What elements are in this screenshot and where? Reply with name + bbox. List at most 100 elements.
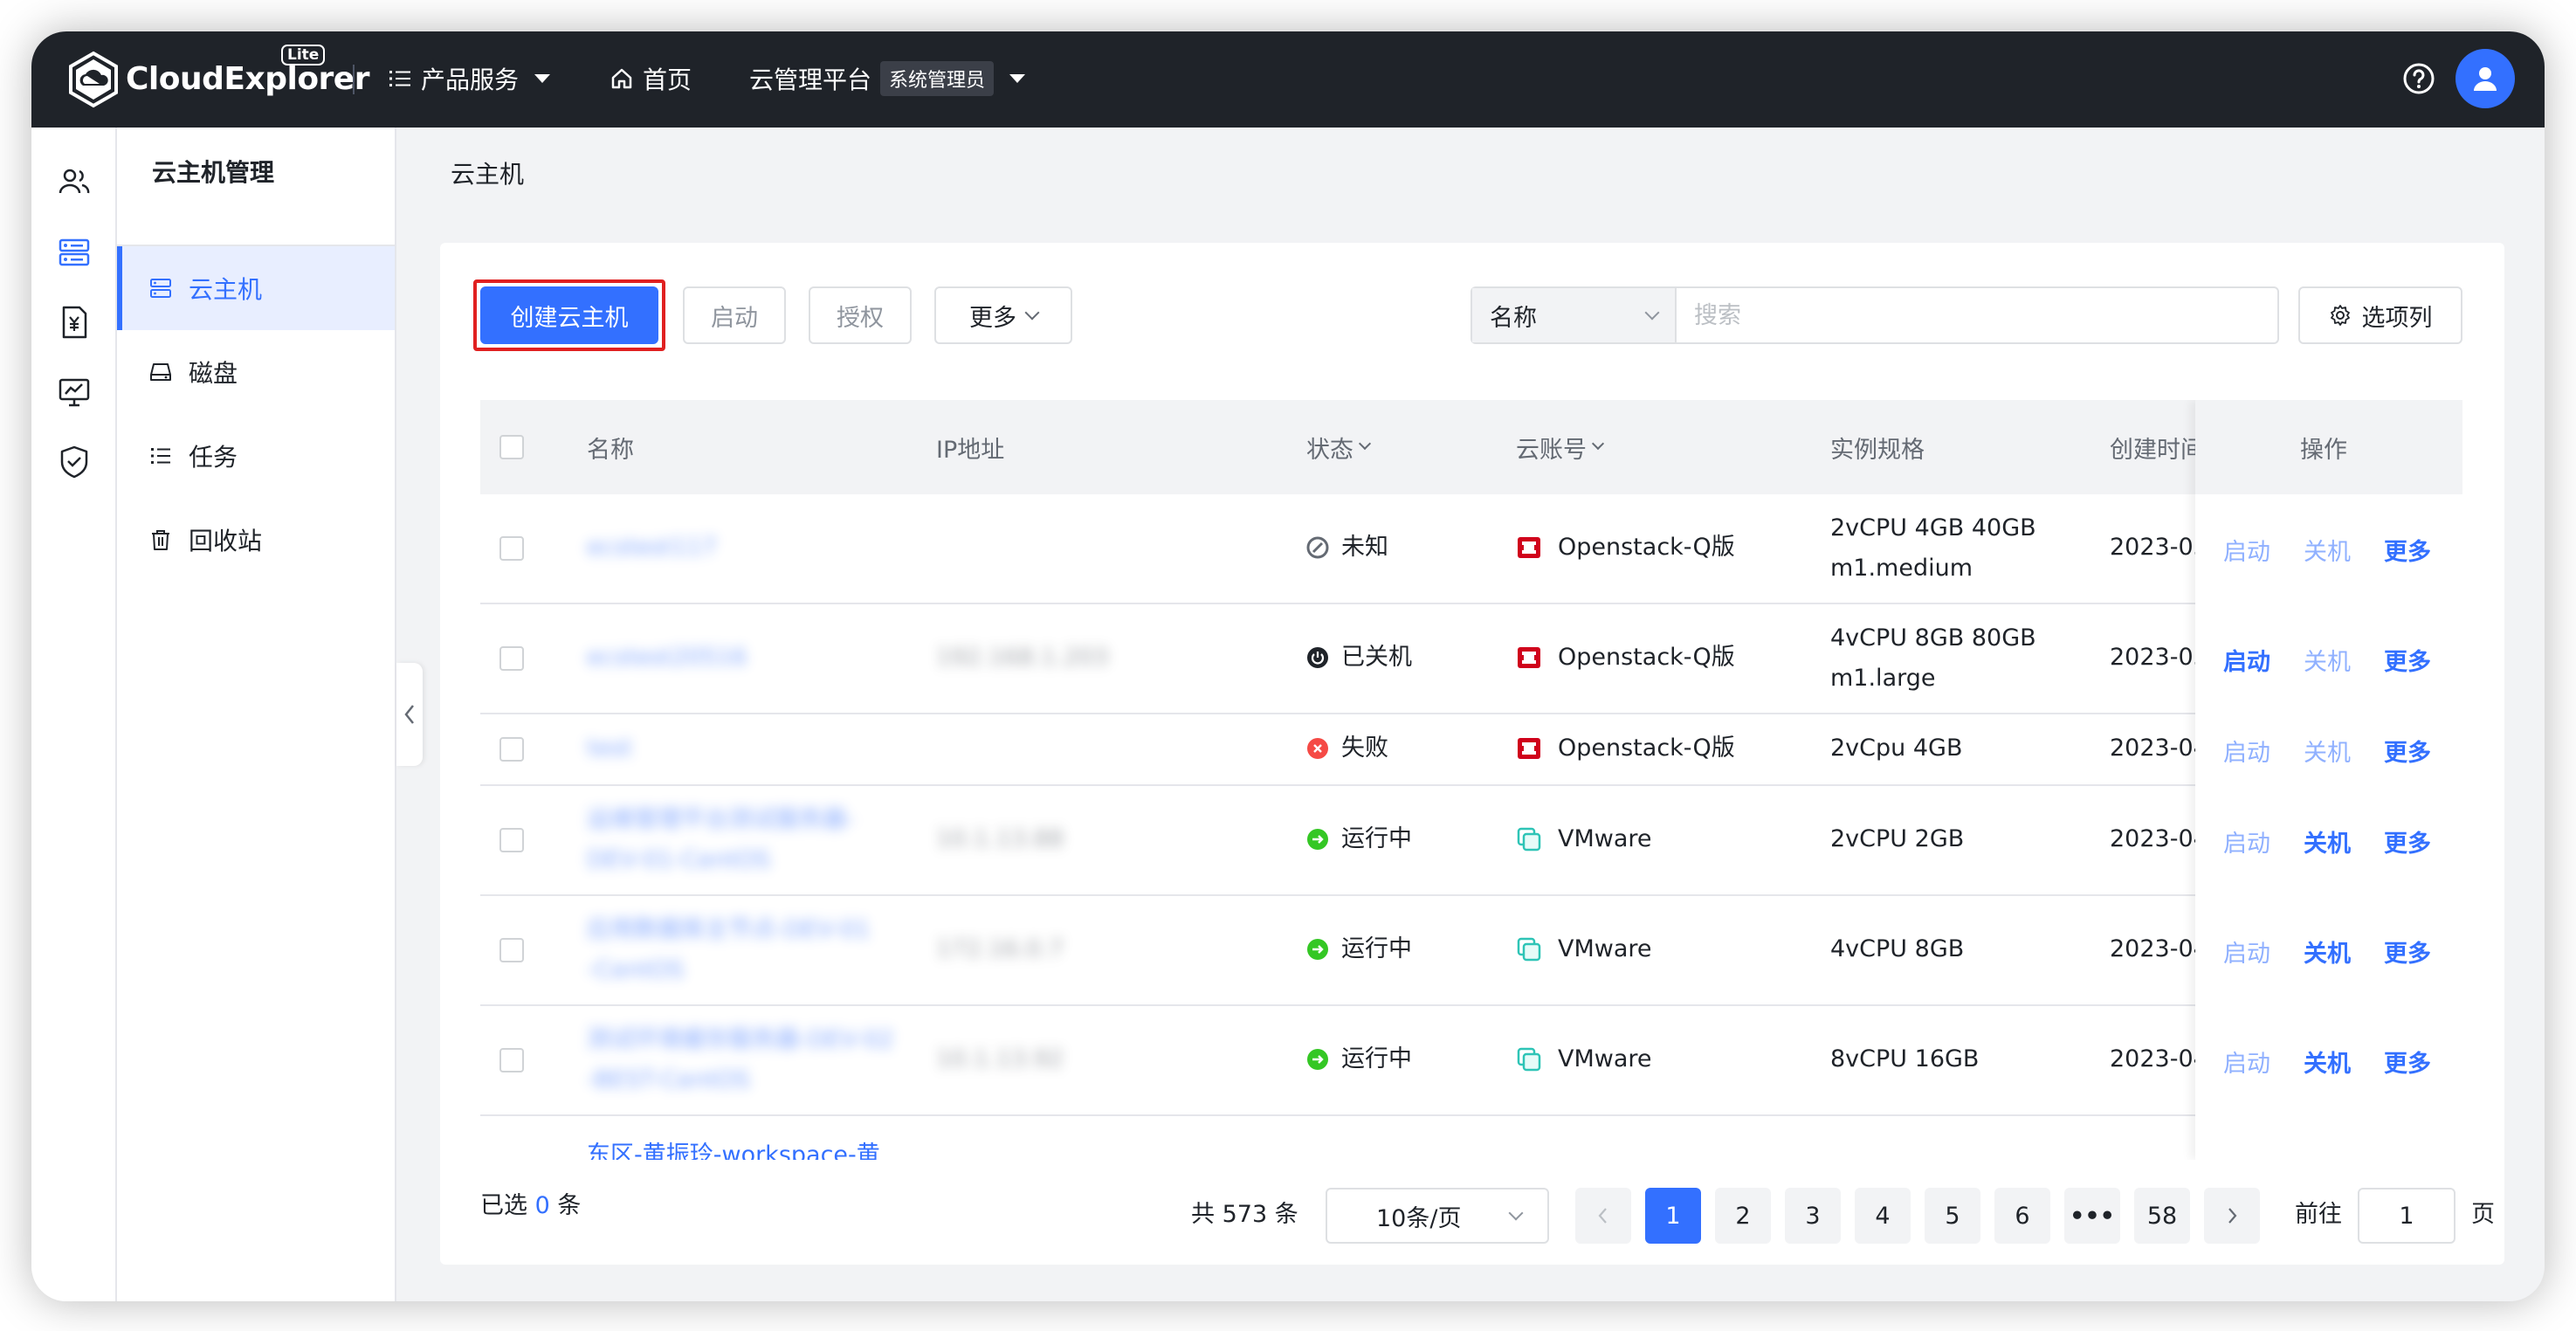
account-name: Openstack-Q版 <box>1558 644 1735 671</box>
column-header-account-label: 云账号 <box>1516 436 1587 464</box>
row-shutdown-button[interactable]: 关机 <box>2304 1045 2351 1079</box>
users-icon[interactable] <box>56 164 93 201</box>
table-row: 应用数据库主节点-DEV-01 -CentOS 172.16.0.7 运行中 V… <box>480 896 2462 1006</box>
platform-switcher[interactable]: 云管理平台 系统管理员 <box>749 59 1026 98</box>
openstack-icon <box>1518 537 1540 558</box>
host-name-link[interactable]: 东区-黄振玲-workspace-黄 <box>587 1135 880 1160</box>
search-field-select[interactable]: 名称 <box>1472 288 1677 342</box>
spec-cell: 2vCPU 4GB 40GB m1.medium <box>1830 508 2036 589</box>
row-checkbox[interactable] <box>499 536 524 561</box>
row-start-button[interactable]: 启动 <box>2223 934 2270 969</box>
more-actions-button[interactable]: 更多 <box>934 286 1072 344</box>
sidebar-item-tasks[interactable]: 任务 <box>117 414 395 498</box>
row-more-button[interactable]: 更多 <box>2384 734 2431 768</box>
help-icon[interactable] <box>2401 61 2436 96</box>
row-more-button[interactable]: 更多 <box>2384 533 2431 567</box>
select-all-checkbox[interactable] <box>499 435 524 459</box>
page-button-last[interactable]: 58 <box>2134 1188 2190 1244</box>
page-button-6[interactable]: 6 <box>1994 1188 2050 1244</box>
top-navbar: CloudExplorer Lite 产品服务 首页 云管理平台 系统管理员 <box>31 31 2545 128</box>
status-text: 运行中 <box>1341 935 1412 962</box>
total-count: 共 573 条 <box>1191 1201 1298 1228</box>
row-start-button[interactable]: 启动 <box>2223 643 2270 677</box>
sidebar-collapse-handle[interactable] <box>396 663 423 766</box>
cloud-server-icon[interactable] <box>56 234 93 271</box>
gear-icon <box>2330 305 2350 326</box>
row-start-button[interactable]: 启动 <box>2223 533 2270 567</box>
trash-icon <box>152 530 169 550</box>
security-shield-icon[interactable] <box>56 444 93 480</box>
row-start-button[interactable]: 启动 <box>2223 734 2270 768</box>
row-shutdown-button[interactable]: 关机 <box>2304 643 2351 677</box>
row-start-button[interactable]: 启动 <box>2223 1045 2270 1079</box>
goto-label: 前往 <box>2295 1201 2342 1228</box>
sidebar-item-cloud-host[interactable]: 云主机 <box>117 246 395 330</box>
host-name-link[interactable]: ecstest117 <box>587 528 717 568</box>
row-shutdown-button[interactable]: 关机 <box>2304 934 2351 969</box>
page-button-5[interactable]: 5 <box>1925 1188 1980 1244</box>
row-checkbox[interactable] <box>499 646 524 671</box>
column-header-status[interactable]: 状态 <box>1306 400 1372 494</box>
authorize-button[interactable]: 授权 <box>809 286 912 344</box>
spec-line: 2vCpu 4GB <box>1830 734 1963 762</box>
column-header-account[interactable]: 云账号 <box>1516 400 1605 494</box>
column-options-button[interactable]: 选项列 <box>2298 286 2462 344</box>
sidebar-item-disk[interactable]: 磁盘 <box>117 330 395 414</box>
prev-page-button[interactable] <box>1575 1188 1631 1244</box>
monitor-chart-icon[interactable] <box>56 374 93 410</box>
row-checkbox[interactable] <box>499 938 524 962</box>
row-checkbox[interactable] <box>499 828 524 852</box>
selected-prefix: 已选 <box>480 1192 527 1219</box>
page-size-select[interactable]: 10条/页 <box>1326 1188 1549 1244</box>
next-page-button[interactable] <box>2204 1188 2260 1244</box>
row-checkbox[interactable] <box>499 737 524 762</box>
host-name-link[interactable]: 测试环境缓存服务器-DEV-02 -BEST-CentOS <box>587 1020 894 1100</box>
running-icon <box>1307 1049 1328 1070</box>
host-name-link[interactable]: 运维管理平台测试服务器- DEV-01-CentOS <box>587 800 855 880</box>
column-options-label: 选项列 <box>2361 304 2433 332</box>
goto-page-input[interactable] <box>2358 1188 2455 1244</box>
status-text: 已关机 <box>1341 644 1412 671</box>
disk-icon <box>150 363 171 381</box>
row-shutdown-button[interactable]: 关机 <box>2304 824 2351 859</box>
products-menu[interactable]: 产品服务 <box>388 59 551 98</box>
account-cell: Openstack-Q版 <box>1516 638 1735 678</box>
row-more-button[interactable]: 更多 <box>2384 1045 2431 1079</box>
account-cell: VMware <box>1516 929 1652 969</box>
host-name-link[interactable]: test <box>587 728 632 769</box>
account-name: VMware <box>1558 825 1652 852</box>
row-more-button[interactable]: 更多 <box>2384 643 2431 677</box>
unknown-icon <box>1306 536 1329 559</box>
content-card: 创建云主机 启动 授权 更多 名称 选项列 名称 IP地 <box>440 243 2504 1265</box>
sidebar-item-recycle-bin[interactable]: 回收站 <box>117 498 395 582</box>
spec-cell: 4vCPU 8GB 80GB m1.large <box>1830 618 2036 699</box>
logo-lite-badge: Lite <box>281 45 326 66</box>
row-shutdown-button[interactable]: 关机 <box>2304 533 2351 567</box>
home-icon <box>611 68 632 89</box>
billing-icon[interactable] <box>56 304 93 341</box>
task-list-icon <box>151 448 170 464</box>
host-name-link[interactable]: 应用数据库主节点-DEV-01 -CentOS <box>587 910 871 990</box>
row-more-button[interactable]: 更多 <box>2384 824 2431 859</box>
chevron-right-icon <box>2228 1208 2237 1224</box>
page-button-3[interactable]: 3 <box>1785 1188 1841 1244</box>
page-button-1[interactable]: 1 <box>1645 1188 1701 1244</box>
home-link[interactable]: 首页 <box>610 59 692 98</box>
row-checkbox[interactable] <box>499 1048 524 1072</box>
row-start-button[interactable]: 启动 <box>2223 824 2270 859</box>
host-name-line: -BEST-CentOS <box>587 1066 750 1093</box>
page-button-4[interactable]: 4 <box>1855 1188 1911 1244</box>
user-avatar[interactable] <box>2455 49 2515 108</box>
topbar-divider <box>353 65 355 94</box>
search-input[interactable] <box>1677 288 2277 342</box>
server-icon <box>150 279 171 298</box>
host-name-link[interactable]: ecstest20516 <box>587 638 747 678</box>
sub-sidebar: 云主机管理 云主机 磁盘 任务 回收站 <box>117 128 396 1301</box>
create-cloud-host-button[interactable]: 创建云主机 <box>480 286 658 344</box>
page-ellipsis-button[interactable]: ••• <box>2064 1188 2120 1244</box>
page-button-2[interactable]: 2 <box>1715 1188 1771 1244</box>
start-button[interactable]: 启动 <box>683 286 786 344</box>
row-more-button[interactable]: 更多 <box>2384 934 2431 969</box>
row-shutdown-button[interactable]: 关机 <box>2304 734 2351 768</box>
sidebar-item-label: 回收站 <box>189 527 263 555</box>
